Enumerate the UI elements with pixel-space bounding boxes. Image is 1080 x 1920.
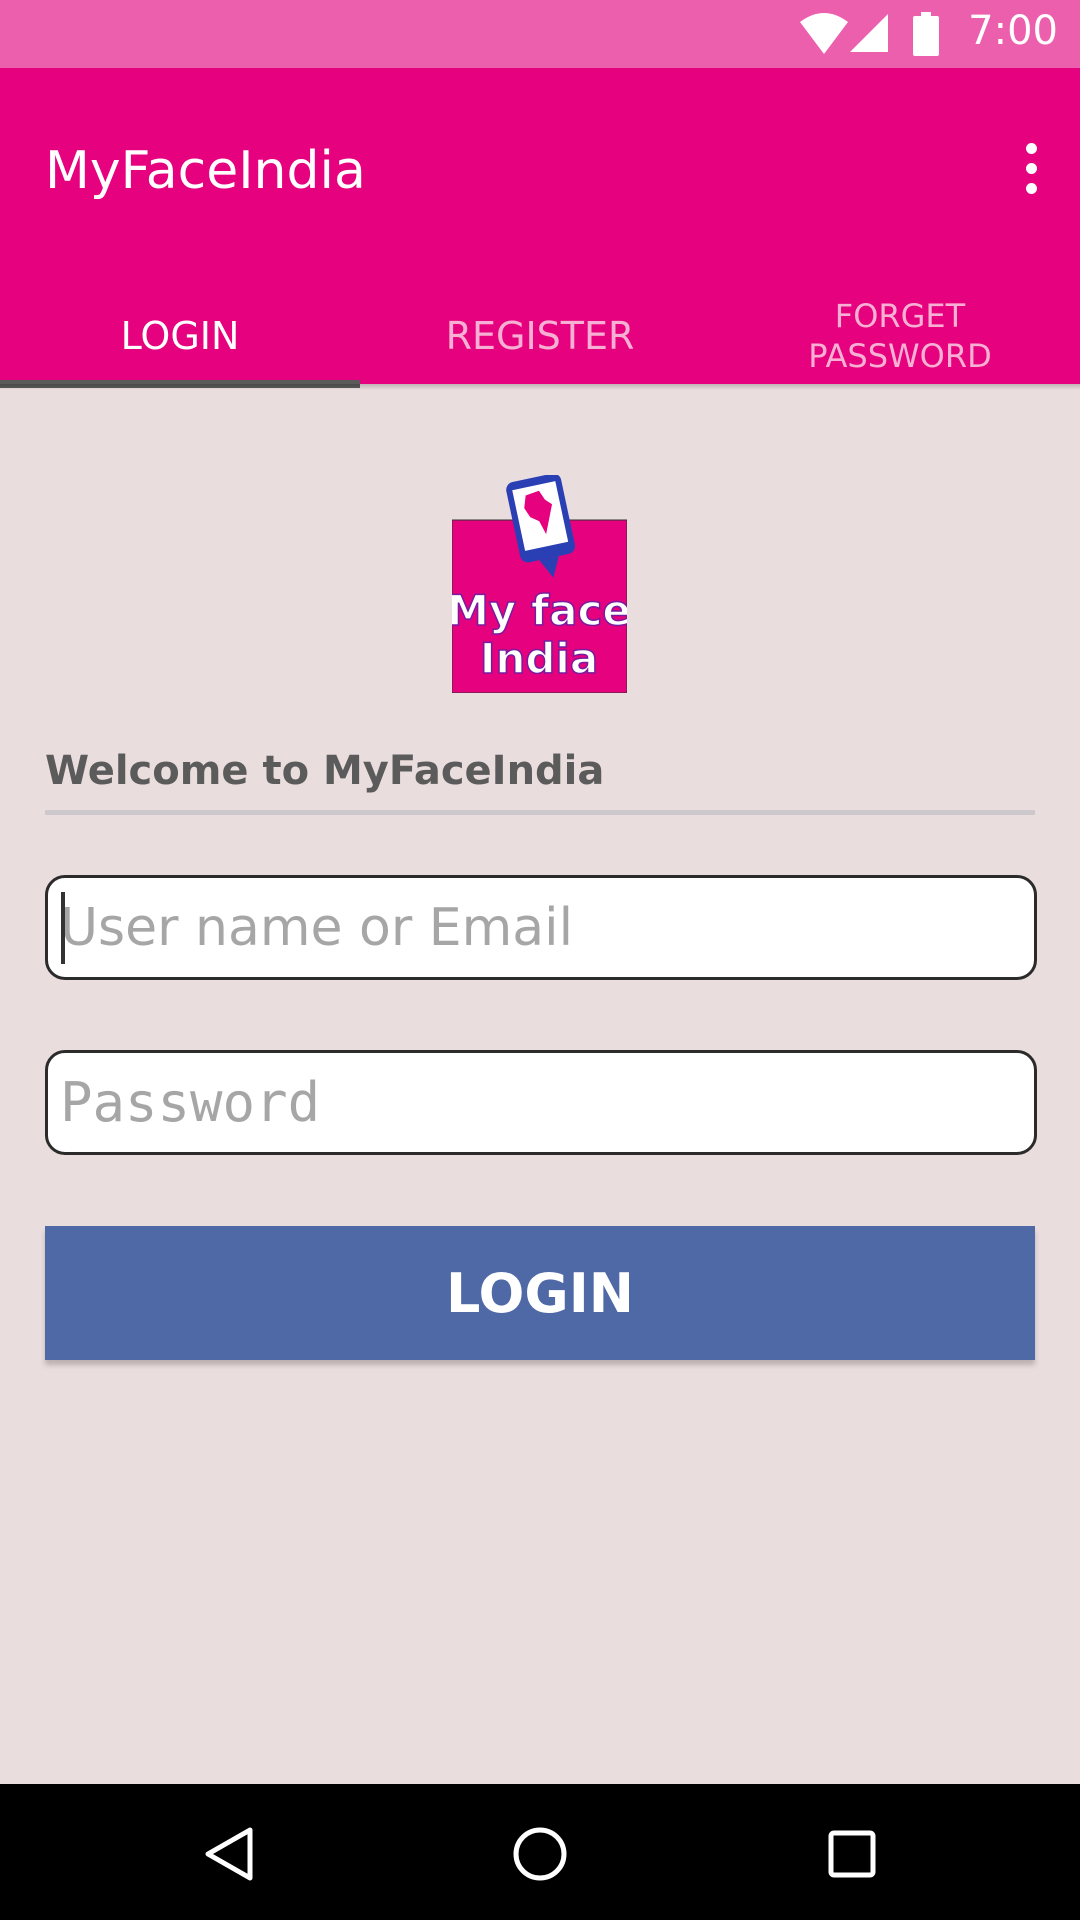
welcome-text: Welcome to MyFaceIndia: [45, 748, 605, 794]
tab-forget-password-label: FORGET PASSWORD: [808, 296, 991, 376]
username-input[interactable]: [60, 878, 1010, 977]
welcome-divider: [45, 810, 1035, 815]
tab-login[interactable]: LOGIN: [0, 288, 360, 384]
password-field[interactable]: [45, 1050, 1037, 1155]
tab-login-label: LOGIN: [120, 314, 240, 358]
signal-icon: [850, 14, 888, 52]
navigation-bar: [0, 1784, 1080, 1920]
logo-text-line2: India: [480, 634, 598, 683]
app-bar-shadow: [0, 384, 1080, 390]
app-title: MyFaceIndia: [45, 141, 366, 201]
menu-dot: [1025, 182, 1037, 194]
menu-dot: [1025, 162, 1037, 174]
status-time: 7:00: [968, 8, 1058, 54]
password-input[interactable]: [60, 1053, 1010, 1152]
home-icon[interactable]: [510, 1824, 570, 1884]
status-bar: 7:00: [0, 0, 1080, 68]
logo-text-line1: My face: [452, 586, 627, 635]
menu-dot: [1025, 142, 1037, 154]
back-icon[interactable]: [200, 1824, 260, 1884]
tab-register-label: REGISTER: [445, 314, 635, 358]
username-field[interactable]: [45, 875, 1037, 980]
more-vert-icon[interactable]: [1006, 138, 1056, 198]
tab-register[interactable]: REGISTER: [360, 288, 720, 384]
myfaceindia-logo: My face India: [452, 475, 627, 693]
battery-icon: [913, 12, 939, 56]
login-button[interactable]: LOGIN: [45, 1226, 1035, 1360]
wifi-icon: [800, 13, 848, 54]
tab-bar: LOGIN REGISTER FORGET PASSWORD: [0, 288, 1080, 384]
recents-icon[interactable]: [822, 1824, 882, 1884]
tab-forget-password[interactable]: FORGET PASSWORD: [720, 288, 1080, 384]
text-cursor: [61, 892, 65, 964]
tab-forget-line1: FORGET: [834, 297, 966, 335]
app-bar: MyFaceIndia LOGIN REGISTER FORGET PASSWO…: [0, 68, 1080, 388]
tab-forget-line2: PASSWORD: [808, 337, 992, 375]
